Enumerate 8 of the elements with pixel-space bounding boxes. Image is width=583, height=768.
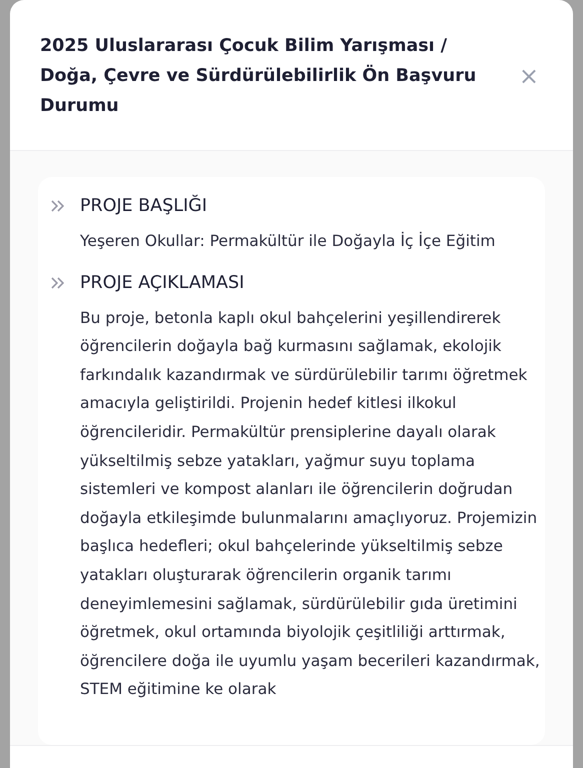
section-text: Bu proje, betonla kaplı okul bahçelerini yeşillendirerek öğrencilerin doğayla bağ kurmasını sağlamak, ekolojik farkındalık kazandırmak ve sürdürülebilir tarımı öğretmek amacıyla geliştirildi. Projenin hedef kitlesi ilkokul öğrencileridir. Permakültür prensiplerine dayalı olarak yükseltilmiş sebze yatakları, yağmur suyu toplama sistemleri ve kompost alanları ile öğrencilerin doğrudan doğayla etkileşimde bulunmalarını amaçlıyoruz. Projemizin başlıca hedefleri; okul bahçelerinde yükseltilmiş sebze yatakları oluşturarak öğrencilerin organik tarımı deneyimlemesini sağlamak, sürdürülebilir gıda üretimini öğretmek, okul ortamında biyolojik çeşitliliği arttırmak, öğrencilere doğa ile uyumlu yaşam becerileri kazandırmak, STEM eğitimine ke olarak [80, 308, 541, 700]
close-button[interactable]: × [514, 62, 543, 90]
section-heading: PROJE BAŞLIĞI [80, 194, 207, 218]
double-chevron-icon [50, 200, 66, 212]
section-text: Yeşeren Okullar: Permakültür ile Doğayla İç İçe Eğitim [80, 230, 496, 252]
modal-title: 2025 Uluslararası Çocuk Bilim Yarışması / Doğa, Çevre ve Sürdürülebilirlik Ön Başvuru Durumu [40, 35, 478, 118]
section-heading: PROJE AÇIKLAMASI [80, 272, 244, 295]
double-chevron-icon [50, 276, 66, 289]
